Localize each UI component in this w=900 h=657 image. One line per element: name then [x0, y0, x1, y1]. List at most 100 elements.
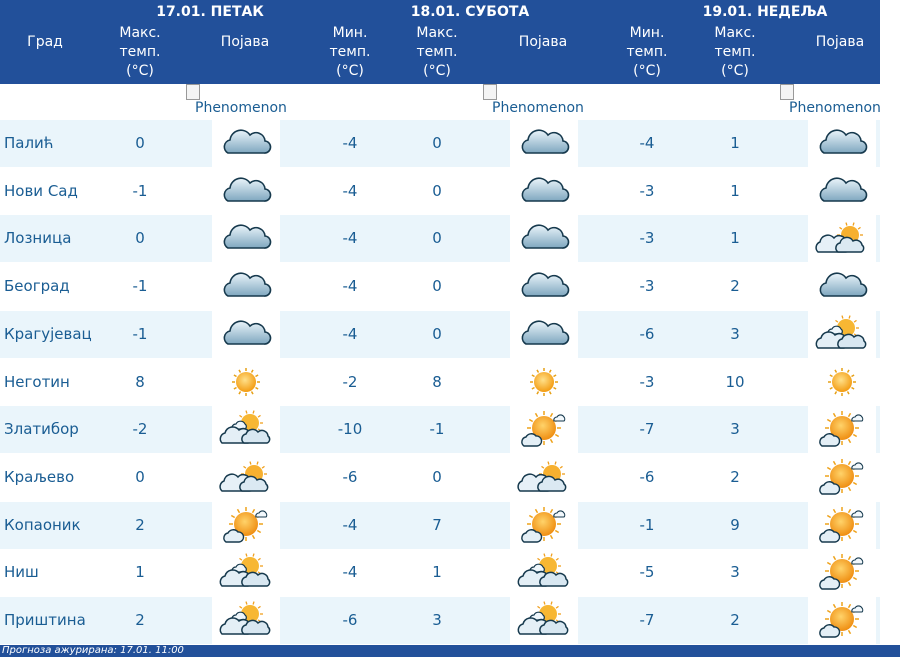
- broken-image-alt: Phenomenon: [492, 100, 584, 116]
- broken-image-icon: [483, 84, 497, 100]
- day3-weather: [808, 549, 876, 597]
- col-city: Град: [27, 34, 63, 50]
- day2-weather: [510, 501, 578, 549]
- footer-updated: Прогноза ажурирана: 17.01. 11:00: [0, 645, 900, 657]
- day2-weather: [510, 215, 578, 263]
- day3-max-temp: 3: [730, 420, 740, 439]
- mostly-sunny-icon: [510, 406, 578, 453]
- day1-max-temp: 0: [135, 134, 145, 152]
- city-name: Приштина: [4, 611, 86, 629]
- day2-min-temp: -6: [342, 611, 358, 629]
- col-label: Мин.: [629, 25, 665, 41]
- day3-max-temp: 2: [730, 467, 740, 486]
- partly-sunny-icon: [808, 311, 876, 358]
- day3-weather: [808, 597, 876, 644]
- day-3-date: 19.01. НЕДЕЉА: [702, 4, 828, 20]
- day-1-date: 17.01. ПЕТАК: [156, 4, 264, 20]
- cloud-icon: [808, 168, 876, 215]
- col-label: темп.: [416, 44, 458, 60]
- partly-sunny-icon: [510, 549, 578, 596]
- day1-weather: [212, 167, 280, 215]
- day3-min-temp: -3: [639, 181, 655, 200]
- col-label: (°C): [721, 63, 749, 79]
- cloud-icon: [212, 311, 280, 358]
- day3-max-temp: 2: [730, 277, 740, 296]
- mostly-sunny-icon: [808, 502, 876, 549]
- day3-min-temp: -1: [639, 515, 655, 534]
- col-day2-min: Мин. темп. (°C): [310, 24, 390, 81]
- day3-weather: [808, 215, 876, 263]
- cloud-icon: [510, 120, 578, 167]
- day2-max-temp: 0: [432, 229, 442, 248]
- day2-min-temp: -4: [342, 324, 358, 343]
- day1-max-temp: 0: [135, 467, 145, 486]
- day2-weather: [510, 453, 578, 501]
- table-row: Копаоник 2 -4 7 -1 9: [0, 501, 880, 549]
- cloud-icon: [808, 263, 876, 310]
- day2-min-temp: -4: [342, 277, 358, 296]
- day2-max-temp: 3: [432, 611, 442, 629]
- day1-weather: [212, 215, 280, 263]
- city-name: Крагујевац: [4, 324, 92, 343]
- day2-max-temp: 0: [432, 467, 442, 486]
- table-row: Краљево 0 -6 0 -6 2: [0, 453, 880, 501]
- cloudy-sun-icon: [808, 215, 876, 262]
- day3-max-temp: 9: [730, 515, 740, 534]
- day2-max-temp: 0: [432, 324, 442, 343]
- sun-icon: [510, 359, 578, 406]
- day1-weather: [212, 310, 280, 358]
- city-name: Краљево: [4, 467, 75, 486]
- day1-weather: [212, 501, 280, 549]
- day3-min-temp: -6: [639, 467, 655, 486]
- sun-icon: [212, 359, 280, 406]
- day1-weather: [212, 597, 280, 644]
- table-row: Приштина 2 -6 3 -7 2: [0, 597, 880, 644]
- day2-weather: [510, 310, 578, 358]
- day2-min-temp: -10: [337, 420, 363, 439]
- cloudy-sun-icon: [510, 454, 578, 501]
- cloud-icon: [212, 168, 280, 215]
- day3-weather: [808, 167, 876, 215]
- day3-weather: [808, 120, 876, 167]
- day3-weather: [808, 263, 876, 311]
- day3-min-temp: -4: [639, 134, 655, 152]
- day3-max-temp: 1: [730, 181, 740, 200]
- day2-max-temp: -1: [429, 420, 445, 439]
- day2-max-temp: 7: [432, 515, 442, 534]
- day2-min-temp: -4: [342, 515, 358, 534]
- city-name: Београд: [4, 277, 70, 296]
- broken-image-alt: Phenomenon: [195, 100, 287, 116]
- city-name: Златибор: [4, 420, 79, 439]
- day1-max-temp: 2: [135, 611, 145, 629]
- col-day1-phen: Појава: [220, 34, 270, 50]
- day1-max-temp: 0: [135, 229, 145, 248]
- cloud-icon: [212, 263, 280, 310]
- col-label: Макс.: [714, 25, 756, 41]
- col-day3-phen: Појава: [815, 34, 865, 50]
- day3-max-temp: 10: [725, 372, 745, 391]
- cloud-icon: [808, 120, 876, 167]
- day1-max-temp: 2: [135, 515, 145, 534]
- day1-max-temp: -1: [132, 324, 148, 343]
- table-row: Лозница 0 -4 0 -3 1: [0, 215, 880, 263]
- table-row: Златибор -2 -10 -1 -7 3: [0, 406, 880, 454]
- col-label: Мин.: [332, 25, 368, 41]
- partly-sunny-icon: [510, 597, 578, 644]
- broken-image-day2: Phenomenon: [483, 84, 603, 120]
- day1-weather: [212, 453, 280, 501]
- table-row: Нови Сад -1 -4 0 -3 1: [0, 167, 880, 215]
- col-label: (°C): [633, 63, 661, 79]
- mostly-sunny-icon: [808, 549, 876, 596]
- table-row: Неготин 8 -2 8 -3 10: [0, 358, 880, 406]
- day3-min-temp: -6: [639, 324, 655, 343]
- day3-weather: [808, 358, 876, 406]
- col-label: (°C): [126, 63, 154, 79]
- day3-weather: [808, 453, 876, 501]
- col-label: темп.: [626, 44, 668, 60]
- day2-max-temp: 8: [432, 372, 442, 391]
- day1-max-temp: -1: [132, 181, 148, 200]
- day2-max-temp: 1: [432, 563, 442, 582]
- day3-weather: [808, 406, 876, 454]
- day2-weather: [510, 358, 578, 406]
- day1-weather: [212, 120, 280, 167]
